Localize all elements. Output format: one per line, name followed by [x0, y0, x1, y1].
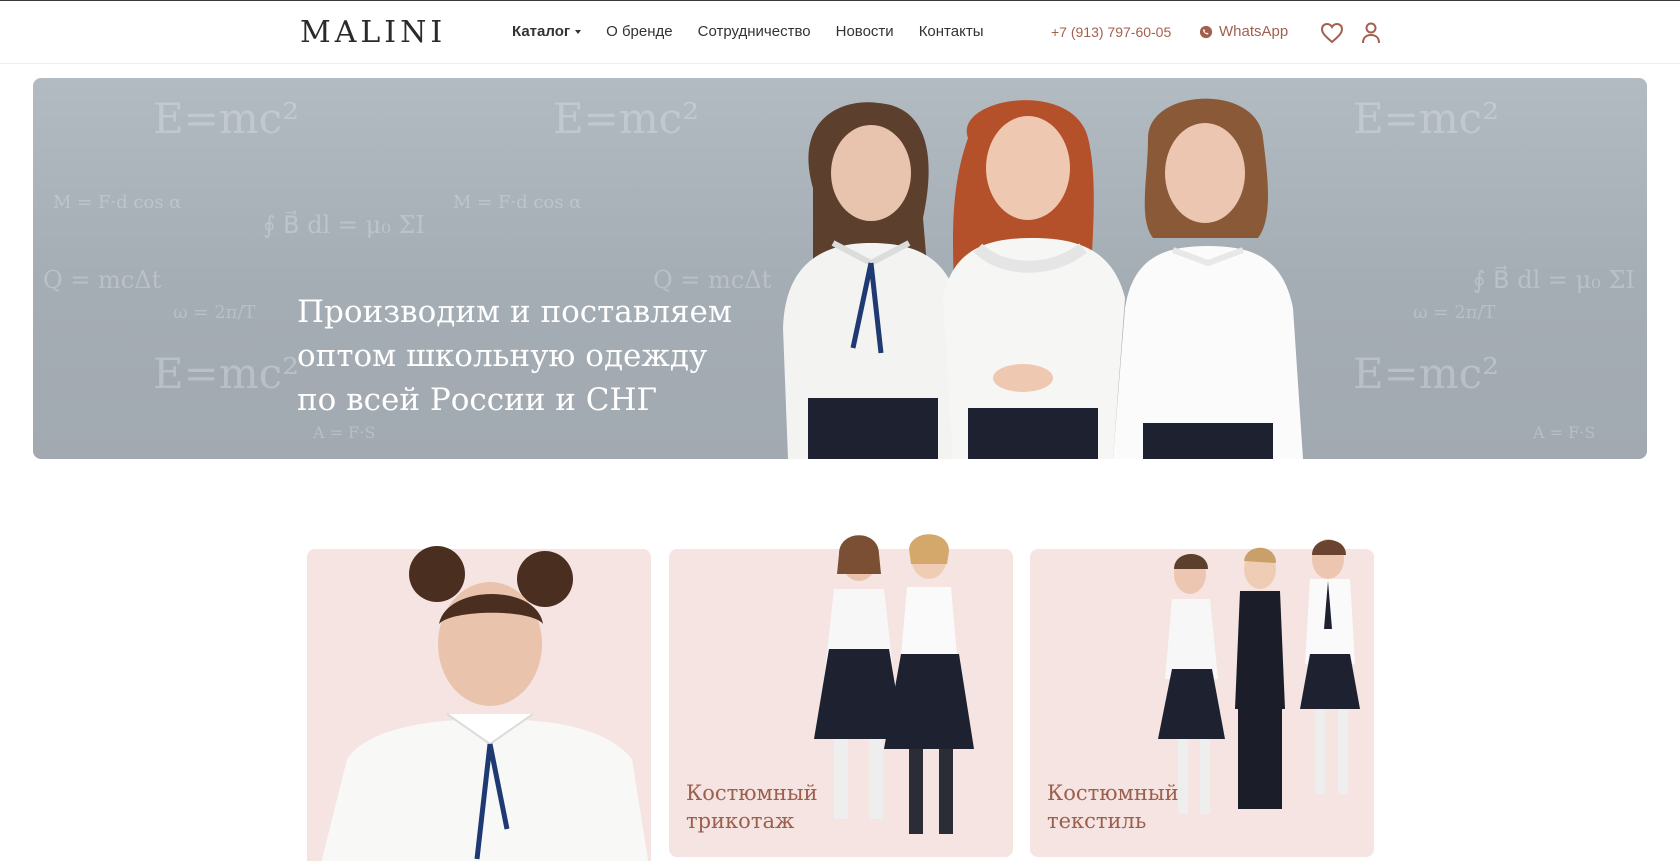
whatsapp-label: WhatsApp	[1219, 23, 1289, 40]
nav-item-cooperation[interactable]: Сотрудничество	[698, 23, 811, 40]
main-nav: Каталог О бренде Сотрудничество Новости …	[512, 23, 983, 40]
svg-text:E=mc²: E=mc²	[153, 94, 299, 143]
svg-text:∮ B⃗ dl = μ₀ ΣI: ∮ B⃗ dl = μ₀ ΣI	[263, 210, 425, 239]
nav-item-catalog[interactable]: Каталог	[512, 23, 582, 40]
card-photo-girl-blouse	[321, 546, 649, 861]
svg-text:ω = 2π/T: ω = 2π/T	[173, 302, 256, 323]
svg-text:E=mc²: E=mc²	[153, 349, 299, 398]
svg-text:∮ B⃗ dl = μ₀ ΣI: ∮ B⃗ dl = μ₀ ΣI	[1473, 265, 1635, 294]
hero-photo-girls	[783, 98, 1303, 459]
svg-text:A = F·S: A = F·S	[312, 423, 375, 442]
user-icon[interactable]	[1360, 21, 1382, 45]
heart-icon[interactable]	[1320, 22, 1344, 44]
nav-item-news[interactable]: Новости	[836, 23, 894, 40]
hero-title: Производим и поставляем оптом школьную о…	[297, 290, 767, 422]
nav-item-label: Каталог	[512, 23, 571, 40]
hero-title-line: оптом школьную одежду	[297, 338, 708, 374]
nav-item-contacts[interactable]: Контакты	[919, 23, 984, 40]
site-header: MALINI Каталог О бренде Сотрудничество Н…	[0, 0, 1680, 64]
caret-down-icon	[575, 30, 582, 35]
category-card-blouses[interactable]	[307, 546, 651, 861]
svg-text:Q = mcΔt: Q = mcΔt	[43, 266, 162, 294]
svg-text:ω = 2π/T: ω = 2π/T	[1413, 302, 1496, 323]
svg-text:E=mc²: E=mc²	[553, 94, 699, 143]
girl-figure	[783, 102, 965, 459]
phone-link[interactable]: +7 (913) 797-60-05	[1051, 24, 1171, 40]
svg-text:M = F·d cos α: M = F·d cos α	[453, 192, 581, 213]
card-label: Костюмный трикотаж	[686, 781, 818, 833]
hero-title-line: Производим и поставляем	[297, 294, 732, 330]
category-card-textile[interactable]: Костюмный текстиль	[1030, 539, 1374, 857]
hero-banner: E=mc² E=mc² E=mc² E=mc² E=mc² ∮ B⃗ dl = …	[33, 78, 1647, 459]
nav-item-about-brand[interactable]: О бренде	[606, 23, 673, 40]
category-card-knitwear[interactable]: Костюмный трикотаж	[669, 534, 1013, 857]
svg-text:A = F·S: A = F·S	[1532, 423, 1595, 442]
girl-figure	[943, 100, 1125, 459]
brand-logo[interactable]: MALINI	[300, 15, 446, 50]
whatsapp-icon	[1199, 25, 1213, 38]
card-photo-girls-textile	[1158, 539, 1360, 814]
whatsapp-link[interactable]: WhatsApp	[1199, 23, 1288, 40]
hero-title-line: по всей России и СНГ	[297, 382, 658, 418]
girl-figure	[1113, 98, 1303, 459]
svg-text:M = F·d cos α: M = F·d cos α	[53, 192, 181, 213]
card-label: Костюмный текстиль	[1047, 781, 1179, 833]
